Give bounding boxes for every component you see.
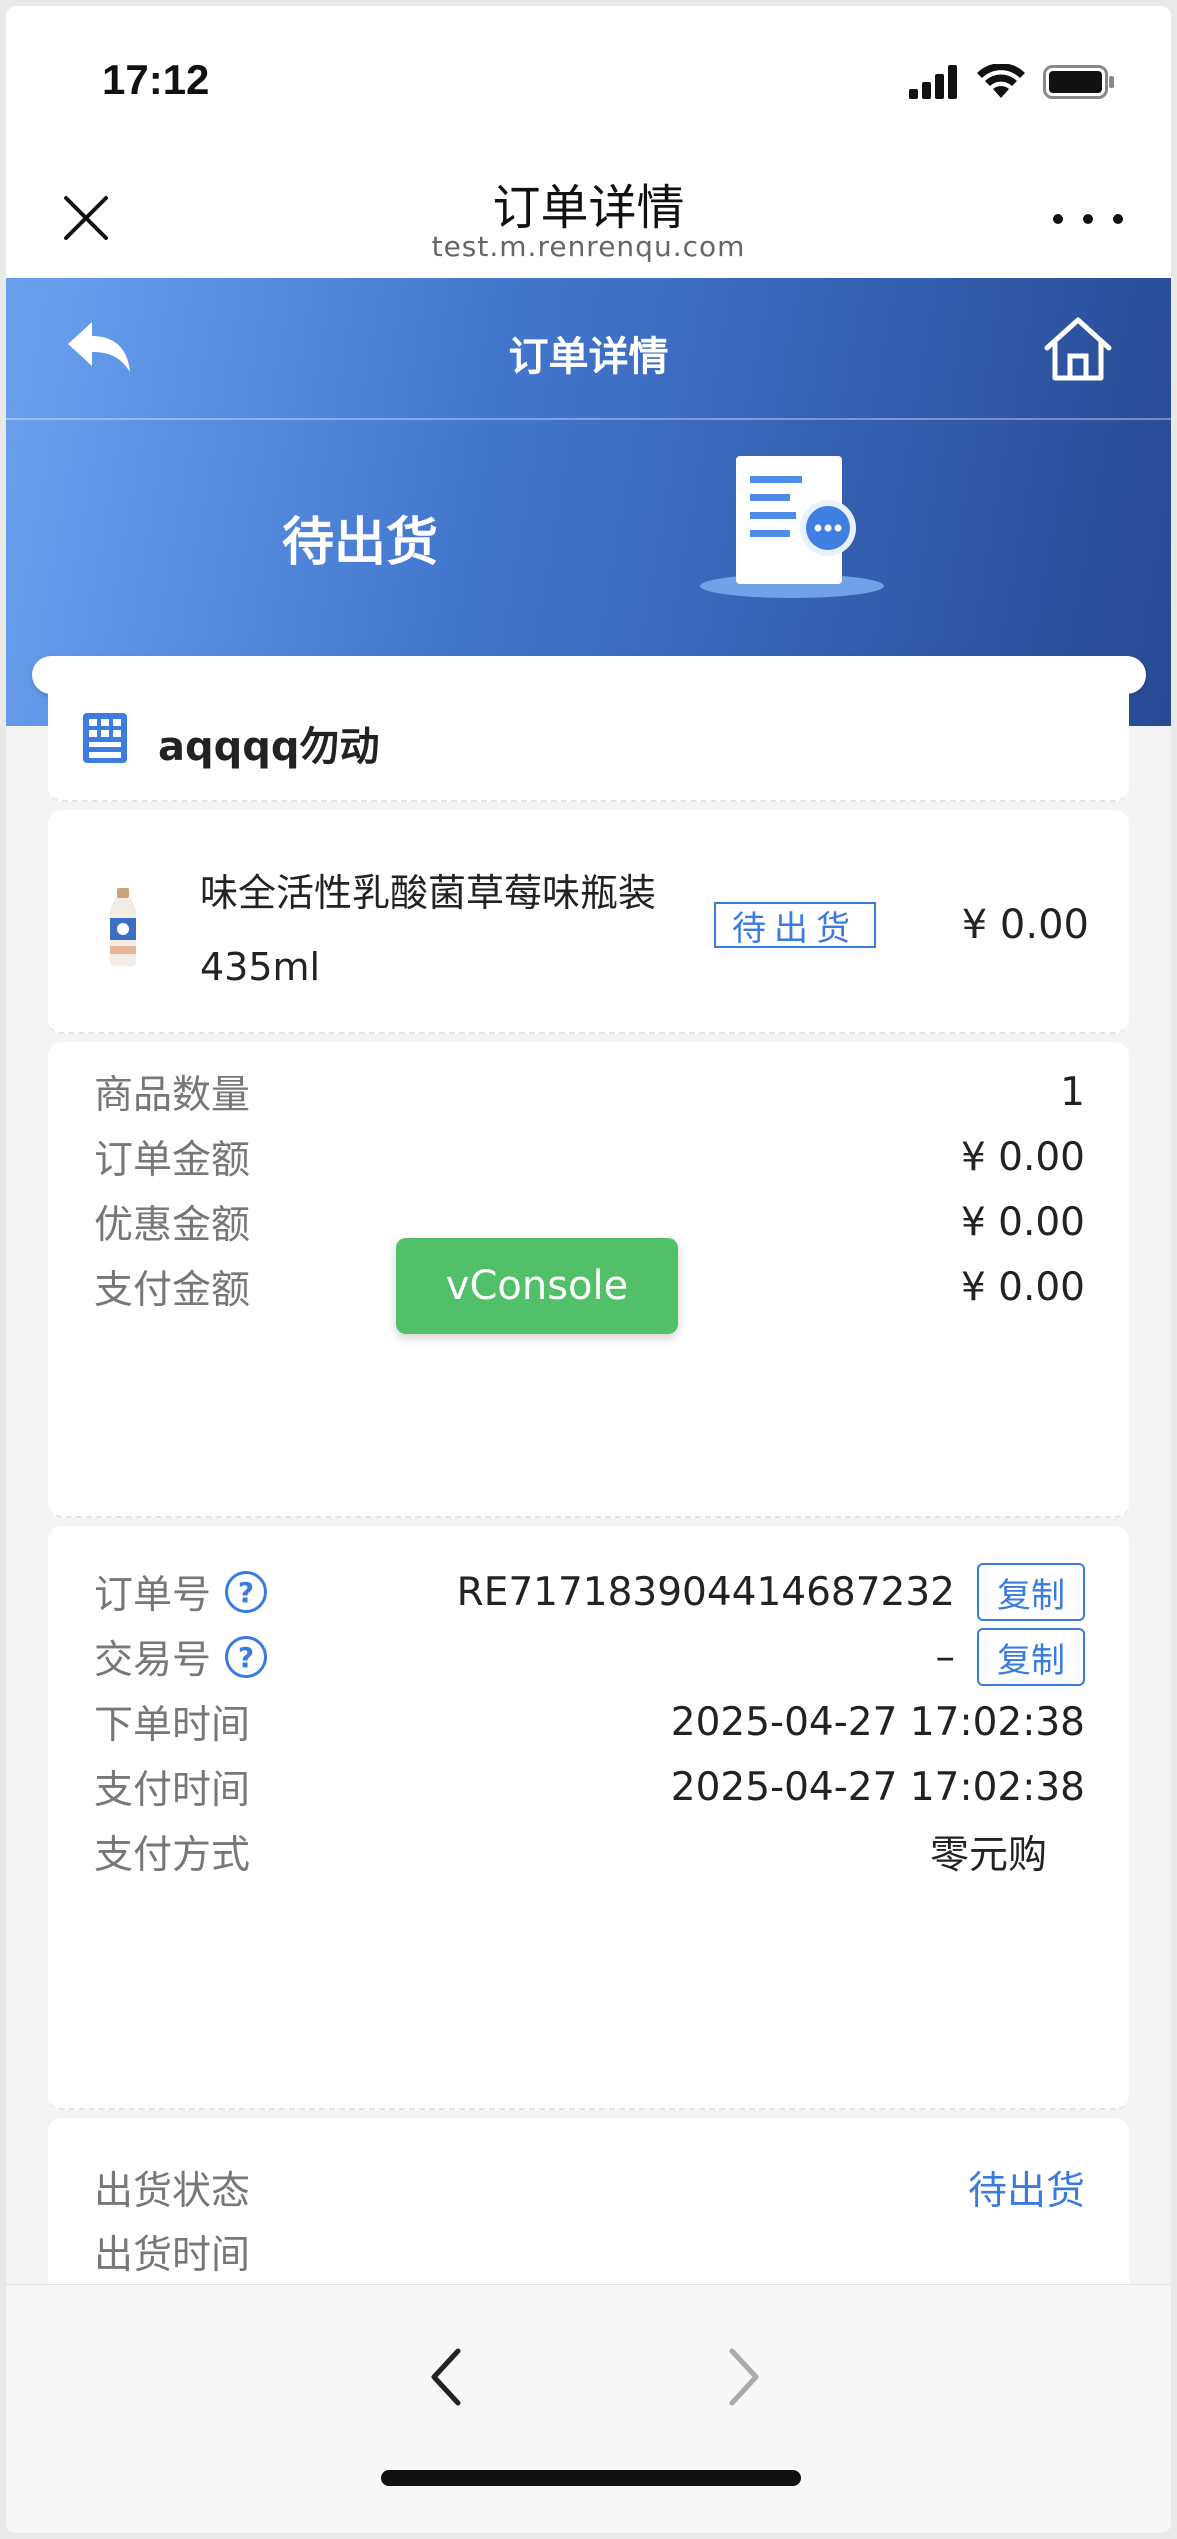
more-button[interactable] <box>1053 204 1123 234</box>
product-card: 味全活性乳酸菌草莓味瓶装435ml 待出货 ¥ 0.00 <box>48 810 1129 1034</box>
order-header: 订单详情 待出货 <box>6 278 1171 726</box>
product-status-badge: 待出货 <box>714 902 876 949</box>
nav-row: 订单详情 <box>6 278 1171 420</box>
page-domain: test.m.renrenqu.com <box>431 230 746 263</box>
document-icon <box>700 456 884 598</box>
page-title: 订单详情 <box>492 180 685 236</box>
product-image <box>110 888 136 966</box>
chevron-left-icon <box>431 2348 461 2406</box>
order-time-row: 下单时间 2025-04-27 17:02:38 <box>94 1692 1085 1752</box>
ship-status-label: 出货状态 <box>94 2169 251 2214</box>
pay-method-row: 支付方式 零元购 <box>94 1822 1085 1882</box>
battery-icon <box>1043 65 1114 99</box>
browser-forward-button[interactable] <box>712 2337 772 2417</box>
order-time-value: 2025-04-27 17:02:38 <box>670 1699 1085 1745</box>
pay-method-label: 支付方式 <box>94 1833 251 1878</box>
chevron-right-icon <box>729 2348 759 2406</box>
shop-card: aqqqq勿动 <box>48 662 1129 802</box>
status-bar: 17:12 <box>6 6 1171 156</box>
order-no-label: 订单号 <box>94 1573 212 1618</box>
paid-amount-value: ¥ 0.00 <box>960 1264 1085 1310</box>
browser-back-button[interactable] <box>418 2337 478 2417</box>
browser-bottom-bar <box>6 2284 1171 2533</box>
quantity-row: 商品数量 1 <box>94 1062 1085 1122</box>
quantity-value: 1 <box>1060 1069 1085 1115</box>
ship-time-label: 出货时间 <box>94 2233 251 2278</box>
home-icon <box>1044 317 1112 381</box>
status-time: 17:12 <box>102 56 210 103</box>
shop-name: aqqqq勿动 <box>158 724 380 770</box>
phone-frame: 17:12 订单详情 test.m.renrenqu.com 订单详情 待出货 … <box>6 6 1171 2533</box>
paid-amount-label: 支付金额 <box>94 1268 251 1313</box>
quantity-label: 商品数量 <box>94 1073 251 1118</box>
wifi-icon <box>977 64 1025 98</box>
trade-no-label-group: 交易号 ? <box>94 1629 268 1685</box>
order-amount-row: 订单金额 ¥ 0.00 <box>94 1127 1085 1187</box>
trade-no-label: 交易号 <box>94 1638 212 1683</box>
product-name: 味全活性乳酸菌草莓味瓶装435ml <box>200 871 657 989</box>
home-button[interactable] <box>1041 314 1115 384</box>
signal-icon <box>909 65 957 99</box>
order-status-title: 待出货 <box>282 513 439 573</box>
ship-status-row: 出货状态 待出货 <box>94 2158 1085 2218</box>
discount-amount-value: ¥ 0.00 <box>960 1199 1085 1245</box>
order-no-row: 订单号 ? RE717183904414687232 复制 <box>94 1562 1085 1622</box>
more-dot <box>1113 214 1123 224</box>
trade-no-value: – <box>935 1634 956 1680</box>
pay-time-row: 支付时间 2025-04-27 17:02:38 <box>94 1757 1085 1817</box>
pay-time-label: 支付时间 <box>94 1768 251 1813</box>
trade-no-help-icon[interactable]: ? <box>225 1636 268 1678</box>
copy-order-no-button[interactable]: 复制 <box>977 1563 1085 1621</box>
vending-machine-icon <box>83 713 127 763</box>
pay-time-value: 2025-04-27 17:02:38 <box>670 1764 1085 1810</box>
order-time-label: 下单时间 <box>94 1703 251 1748</box>
vconsole-button[interactable]: vConsole <box>396 1238 678 1334</box>
order-no-value-group: RE717183904414687232 复制 <box>457 1563 1085 1621</box>
more-dot <box>1083 214 1093 224</box>
order-info-card: 订单号 ? RE717183904414687232 复制 交易号 ? – 复制… <box>48 1526 1129 2110</box>
copy-trade-no-button[interactable]: 复制 <box>977 1628 1085 1686</box>
trade-no-row: 交易号 ? – 复制 <box>94 1627 1085 1687</box>
order-no-help-icon[interactable]: ? <box>225 1571 268 1613</box>
pay-method-value: 零元购 <box>929 1833 1047 1878</box>
order-no-label-group: 订单号 ? <box>94 1564 268 1620</box>
order-amount-value: ¥ 0.00 <box>960 1134 1085 1180</box>
discount-amount-label: 优惠金额 <box>94 1203 251 1248</box>
order-no-value: RE717183904414687232 <box>456 1569 955 1615</box>
home-indicator <box>381 2470 801 2486</box>
ship-time-row: 出货时间 <box>94 2222 1085 2282</box>
more-dot <box>1053 214 1063 224</box>
product-price: ¥ 0.00 <box>961 902 1089 948</box>
browser-title-bar: 订单详情 test.m.renrenqu.com <box>6 138 1171 278</box>
nav-title: 订单详情 <box>508 334 669 380</box>
trade-no-value-group: – 复制 <box>935 1628 1085 1686</box>
ship-status-value: 待出货 <box>967 2169 1085 2214</box>
order-amount-label: 订单金额 <box>94 1138 251 1183</box>
status-icons <box>909 64 1115 100</box>
